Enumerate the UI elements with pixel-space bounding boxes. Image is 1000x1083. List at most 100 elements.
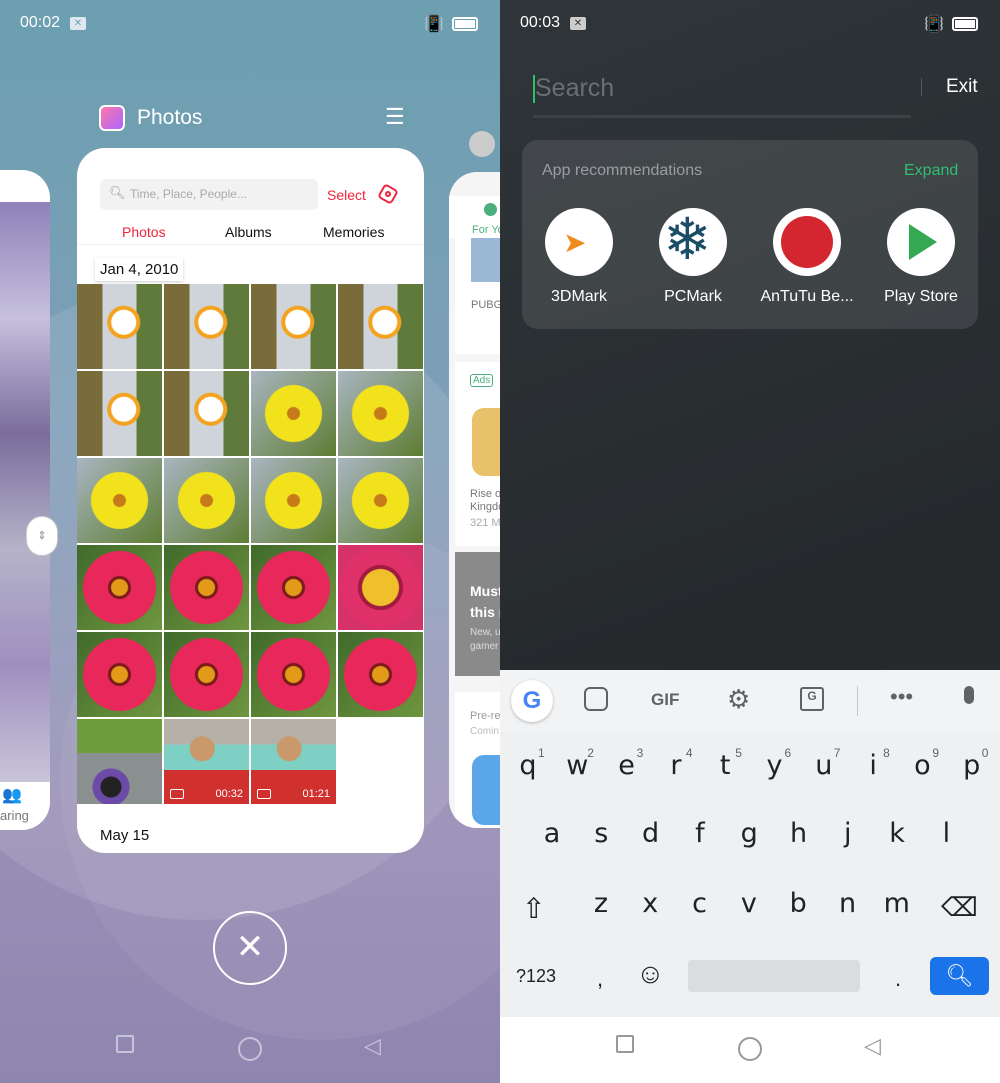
photo-thumbnail[interactable] — [251, 632, 336, 717]
photo-thumbnail[interactable] — [164, 632, 249, 717]
comma-key[interactable]: , — [597, 966, 603, 992]
key-j[interactable]: j — [826, 818, 870, 849]
pcmark-icon[interactable]: ❄ — [659, 207, 727, 276]
sharing-tab-label: aring — [0, 808, 29, 823]
ads-badge: Ads — [470, 374, 494, 387]
next-app-card[interactable]: For Yo PUBG Ads Rise o Kingdo 321 M Must… — [449, 172, 500, 828]
key-f[interactable]: f — [678, 818, 722, 849]
key-c[interactable]: c — [678, 888, 722, 919]
recents-nav-button[interactable] — [116, 1035, 134, 1053]
photo-thumbnail[interactable] — [251, 545, 336, 630]
hamburger-icon[interactable]: ☰ — [385, 104, 405, 130]
3dmark-icon[interactable]: ➤ — [545, 208, 613, 276]
key-s[interactable]: s — [579, 818, 623, 849]
photo-thumbnail[interactable] — [338, 632, 423, 717]
translate-icon[interactable]: G — [800, 687, 824, 711]
play-store-icon[interactable] — [887, 208, 955, 276]
settings-icon[interactable]: ⚙ — [727, 684, 750, 715]
for-you-tab[interactable]: For Yo — [472, 224, 500, 236]
search-key[interactable]: 🔍︎ — [930, 957, 989, 995]
select-button[interactable]: Select — [327, 187, 366, 203]
mic-icon[interactable] — [964, 686, 974, 704]
photo-thumbnail[interactable] — [77, 284, 162, 369]
key-z[interactable]: z — [579, 888, 623, 919]
vibrate-off-icon: 📳 — [924, 16, 944, 33]
video-thumbnail[interactable]: 01:21 — [251, 719, 336, 804]
video-thumbnail[interactable]: 00:32 — [164, 719, 249, 804]
search-input[interactable]: 🔍︎ Time, Place, People... — [100, 179, 318, 210]
back-nav-button[interactable]: ◁ — [364, 1033, 381, 1059]
search-icon: 🔍︎ — [945, 963, 974, 988]
back-nav-button[interactable]: ◁ — [864, 1033, 881, 1059]
photo-thumbnail[interactable] — [338, 545, 423, 630]
photo-thumbnail[interactable] — [251, 284, 336, 369]
app-label[interactable]: AnTuTu Be... — [752, 288, 862, 306]
photo-thumbnail[interactable] — [164, 458, 249, 543]
key-x[interactable]: x — [628, 888, 672, 919]
photo-thumbnail[interactable] — [251, 371, 336, 456]
key-g[interactable]: g — [727, 818, 771, 849]
tab-albums[interactable]: Albums — [225, 224, 272, 240]
app-label[interactable]: PCMark — [638, 288, 748, 306]
shift-key[interactable]: ⇧ — [522, 892, 545, 925]
photo-thumbnail[interactable] — [251, 458, 336, 543]
key-hint: 2 — [587, 746, 594, 760]
previous-app-card[interactable]: 👥 aring — [0, 170, 50, 830]
backspace-key[interactable]: ⌫ — [941, 892, 978, 923]
home-nav-button[interactable] — [238, 1037, 262, 1061]
expand-button[interactable]: Expand — [904, 162, 958, 180]
key-m[interactable]: m — [875, 888, 919, 919]
emoji-key[interactable]: ☺ — [636, 958, 665, 990]
antutu-icon[interactable] — [773, 208, 841, 276]
tab-photos[interactable]: Photos — [122, 224, 166, 240]
key-d[interactable]: d — [629, 818, 673, 849]
key-b[interactable]: b — [776, 888, 820, 919]
key-n[interactable]: n — [826, 888, 870, 919]
photo-thumbnail[interactable] — [164, 371, 249, 456]
key-hint: 0 — [981, 746, 989, 760]
promo-sub2: gamer — [470, 641, 499, 652]
close-icon: ✕ — [235, 928, 265, 966]
key-a[interactable]: a — [530, 818, 574, 849]
photo-thumbnail[interactable] — [77, 545, 162, 630]
sticker-icon[interactable] — [584, 687, 608, 711]
photo-thumbnail[interactable] — [77, 458, 162, 543]
recents-nav-button[interactable] — [616, 1035, 634, 1053]
photo-thumbnail[interactable] — [338, 371, 423, 456]
gif-button[interactable]: GIF — [651, 690, 679, 710]
close-all-button[interactable]: ✕ — [213, 911, 287, 985]
photo-thumbnail[interactable] — [338, 458, 423, 543]
app-name-line2: Kingdo — [470, 501, 500, 513]
scroll-handle[interactable]: ⇕ — [26, 516, 58, 556]
key-l[interactable]: l — [924, 818, 968, 849]
period-key[interactable]: . — [895, 966, 901, 992]
tab-memories[interactable]: Memories — [323, 224, 384, 240]
photo-thumbnail[interactable] — [77, 719, 162, 804]
photo-thumbnail[interactable] — [77, 371, 162, 456]
hexagon-settings-icon[interactable] — [377, 183, 399, 205]
google-icon[interactable]: G — [511, 680, 553, 722]
photo-thumbnail[interactable] — [338, 284, 423, 369]
key-hint: 9 — [932, 746, 940, 760]
search-input[interactable]: Search — [533, 70, 911, 118]
app-label[interactable]: Play Store — [866, 288, 976, 306]
vibrate-off-icon: 📳 — [424, 16, 444, 33]
notification-icon: ✕ — [570, 17, 586, 30]
pubg-label: PUBG — [471, 299, 500, 311]
app-label[interactable]: 3DMark — [524, 288, 634, 306]
exit-button[interactable]: Exit — [946, 76, 978, 98]
key-h[interactable]: h — [777, 818, 821, 849]
photo-thumbnail[interactable] — [164, 284, 249, 369]
symbols-key[interactable]: ?123 — [516, 966, 556, 987]
key-k[interactable]: k — [875, 818, 919, 849]
video-icon — [170, 789, 184, 799]
home-nav-button[interactable] — [738, 1037, 762, 1061]
photos-app-card[interactable]: 🔍︎ Time, Place, People... Select Photos … — [77, 148, 424, 853]
key-v[interactable]: v — [727, 888, 771, 919]
coming-label: Comin — [470, 726, 499, 737]
photo-thumbnail[interactable] — [77, 632, 162, 717]
photo-thumbnail[interactable] — [164, 545, 249, 630]
space-key[interactable] — [688, 960, 860, 992]
more-icon[interactable]: ••• — [890, 684, 913, 710]
recommendations-title: App recommendations — [542, 162, 703, 179]
